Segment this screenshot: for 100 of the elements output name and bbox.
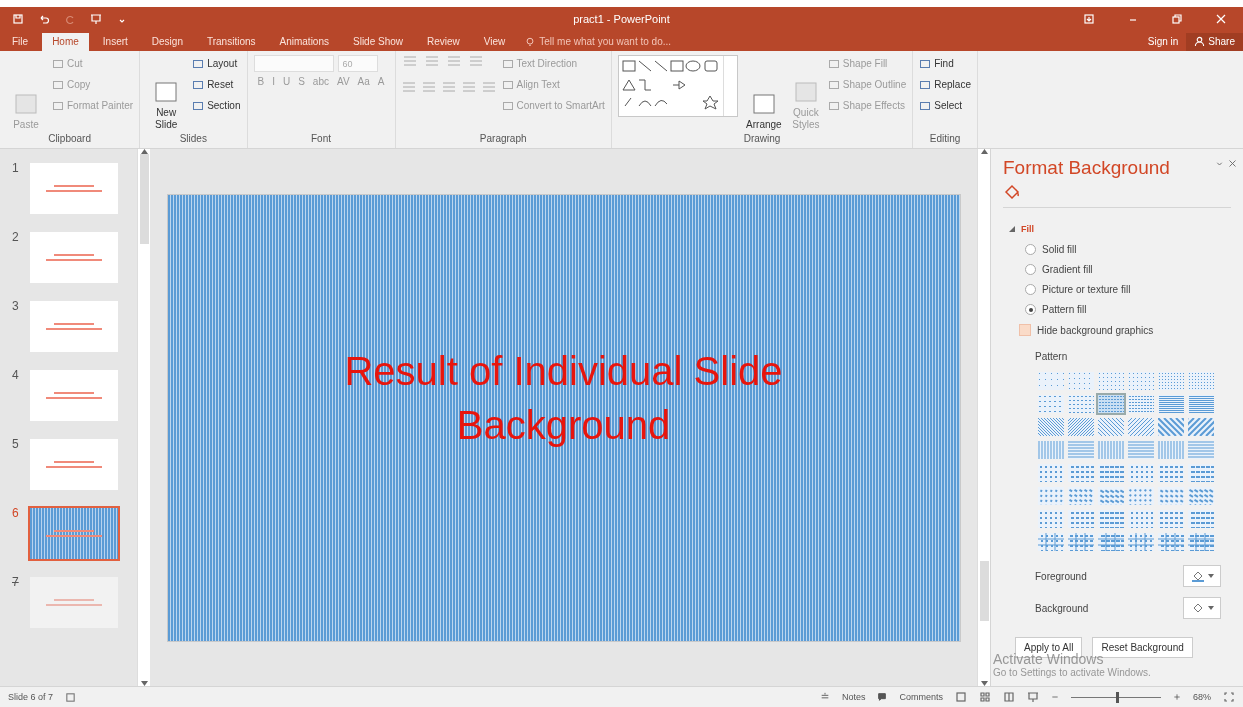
pattern-swatch[interactable] bbox=[1068, 533, 1094, 551]
pattern-swatch[interactable] bbox=[1188, 395, 1214, 413]
radio-option[interactable]: Picture or texture fill bbox=[1025, 284, 1243, 295]
presentation-icon[interactable] bbox=[90, 12, 102, 25]
ribbon-tab[interactable]: Transitions bbox=[196, 33, 266, 51]
scrollbar[interactable] bbox=[977, 149, 990, 686]
pattern-swatch[interactable] bbox=[1128, 464, 1154, 482]
slide-thumbnail[interactable] bbox=[28, 506, 120, 561]
slideshow-icon[interactable] bbox=[1027, 691, 1039, 703]
slide-sorter-icon[interactable] bbox=[979, 691, 991, 703]
pattern-swatch[interactable] bbox=[1098, 533, 1124, 551]
pattern-swatch[interactable] bbox=[1038, 487, 1064, 505]
paint-bucket-icon[interactable] bbox=[1003, 183, 1021, 201]
list-icon[interactable] bbox=[401, 55, 418, 67]
pattern-swatch[interactable] bbox=[1098, 441, 1124, 459]
pattern-swatch[interactable] bbox=[1128, 487, 1154, 505]
font-button[interactable]: S bbox=[294, 76, 309, 87]
pattern-swatch[interactable] bbox=[1158, 441, 1184, 459]
section-header[interactable]: Fill bbox=[1009, 224, 1243, 234]
ribbon-options-icon[interactable] bbox=[1083, 12, 1095, 25]
pattern-swatch[interactable] bbox=[1158, 533, 1184, 551]
pattern-swatch[interactable] bbox=[1098, 464, 1124, 482]
pattern-swatch[interactable] bbox=[1068, 487, 1094, 505]
lightbulb-icon[interactable] bbox=[525, 36, 536, 47]
pattern-swatch[interactable] bbox=[1128, 510, 1154, 528]
ribbon-button[interactable]: Section bbox=[192, 97, 241, 114]
color-picker[interactable] bbox=[1183, 565, 1221, 587]
pattern-swatch[interactable] bbox=[1158, 372, 1184, 390]
pattern-swatch[interactable] bbox=[1188, 372, 1214, 390]
pattern-swatch[interactable] bbox=[1188, 441, 1214, 459]
pattern-swatch[interactable] bbox=[1128, 372, 1154, 390]
ribbon-tab[interactable]: Design bbox=[141, 33, 193, 51]
pattern-swatch[interactable] bbox=[1038, 372, 1064, 390]
spelling-icon[interactable] bbox=[65, 691, 77, 703]
list-icon[interactable] bbox=[445, 55, 462, 67]
pattern-swatch[interactable] bbox=[1068, 372, 1094, 390]
pattern-swatch[interactable] bbox=[1038, 510, 1064, 528]
save-icon[interactable] bbox=[12, 12, 24, 25]
pattern-swatch[interactable] bbox=[1098, 510, 1124, 528]
pattern-swatch[interactable] bbox=[1068, 395, 1094, 413]
pattern-swatch[interactable] bbox=[1098, 372, 1124, 390]
ribbon-button[interactable]: Arrange bbox=[743, 55, 784, 130]
zoom-out-icon[interactable] bbox=[1051, 693, 1059, 701]
pattern-swatch[interactable] bbox=[1068, 418, 1094, 436]
list-icon[interactable] bbox=[423, 55, 440, 67]
font-name-field[interactable] bbox=[253, 55, 334, 72]
expand-icon[interactable] bbox=[1009, 226, 1015, 232]
align-icon[interactable] bbox=[441, 81, 456, 93]
zoom-in-icon[interactable] bbox=[1173, 693, 1181, 701]
pattern-swatch[interactable] bbox=[1068, 441, 1094, 459]
zoom-level[interactable]: 68% bbox=[1193, 692, 1211, 702]
shapes-gallery[interactable] bbox=[617, 55, 738, 117]
align-icon[interactable] bbox=[401, 81, 416, 93]
pattern-swatch[interactable] bbox=[1188, 510, 1214, 528]
ribbon-tab[interactable]: Animations bbox=[269, 33, 339, 51]
pattern-swatch[interactable] bbox=[1158, 418, 1184, 436]
font-button[interactable]: A bbox=[373, 76, 389, 87]
fit-icon[interactable] bbox=[1223, 691, 1235, 703]
pattern-swatch[interactable] bbox=[1158, 395, 1184, 413]
ribbon-button[interactable]: Reset bbox=[192, 76, 241, 93]
align-icon[interactable] bbox=[421, 81, 436, 93]
pattern-swatch[interactable] bbox=[1038, 441, 1064, 459]
normal-view-icon[interactable] bbox=[955, 691, 967, 703]
ribbon-tab[interactable]: Home bbox=[42, 33, 89, 51]
restore-icon[interactable] bbox=[1171, 12, 1183, 25]
ribbon-tab[interactable]: File bbox=[2, 33, 39, 51]
ribbon-button[interactable]: New Slide bbox=[146, 55, 187, 130]
pattern-swatch[interactable] bbox=[1188, 533, 1214, 551]
person-icon[interactable] bbox=[1194, 36, 1206, 47]
pattern-swatch[interactable] bbox=[1038, 418, 1064, 436]
font-button[interactable]: B bbox=[253, 76, 269, 87]
scroll-thumb[interactable] bbox=[139, 154, 149, 244]
ribbon-tab[interactable]: View bbox=[473, 33, 516, 51]
checkbox-option[interactable]: Hide background graphics bbox=[1019, 324, 1243, 336]
scrollbar[interactable] bbox=[137, 149, 150, 686]
pattern-swatch[interactable] bbox=[1158, 510, 1184, 528]
font-button[interactable]: Aa bbox=[353, 76, 374, 87]
pattern-swatch[interactable] bbox=[1128, 533, 1154, 551]
radio-option[interactable]: Solid fill bbox=[1025, 244, 1243, 255]
ribbon-tab[interactable]: Slide Show bbox=[343, 33, 413, 51]
ribbon-tab[interactable]: Insert bbox=[92, 33, 138, 51]
comment-icon[interactable] bbox=[877, 692, 888, 702]
pattern-swatch[interactable] bbox=[1188, 487, 1214, 505]
pattern-swatch[interactable] bbox=[1128, 418, 1154, 436]
pattern-swatch[interactable] bbox=[1158, 487, 1184, 505]
ribbon-tab[interactable]: Review bbox=[417, 33, 470, 51]
pattern-swatch[interactable] bbox=[1038, 533, 1064, 551]
ribbon-button[interactable]: Layout bbox=[192, 55, 241, 72]
pattern-swatch[interactable] bbox=[1158, 464, 1184, 482]
notes-button[interactable]: Notes bbox=[841, 692, 866, 702]
font-button[interactable]: AV bbox=[333, 76, 354, 87]
radio-option[interactable]: Gradient fill bbox=[1025, 264, 1243, 275]
pattern-swatch[interactable] bbox=[1098, 395, 1124, 413]
pattern-swatch[interactable] bbox=[1068, 510, 1094, 528]
pattern-swatch[interactable] bbox=[1098, 487, 1124, 505]
comments-button[interactable]: Comments bbox=[899, 692, 943, 702]
ribbon-button[interactable]: Replace bbox=[919, 76, 971, 93]
font-button[interactable]: abc bbox=[308, 76, 333, 87]
ribbon-button[interactable]: Find bbox=[919, 55, 971, 72]
dropdown-icon[interactable] bbox=[1215, 159, 1224, 168]
